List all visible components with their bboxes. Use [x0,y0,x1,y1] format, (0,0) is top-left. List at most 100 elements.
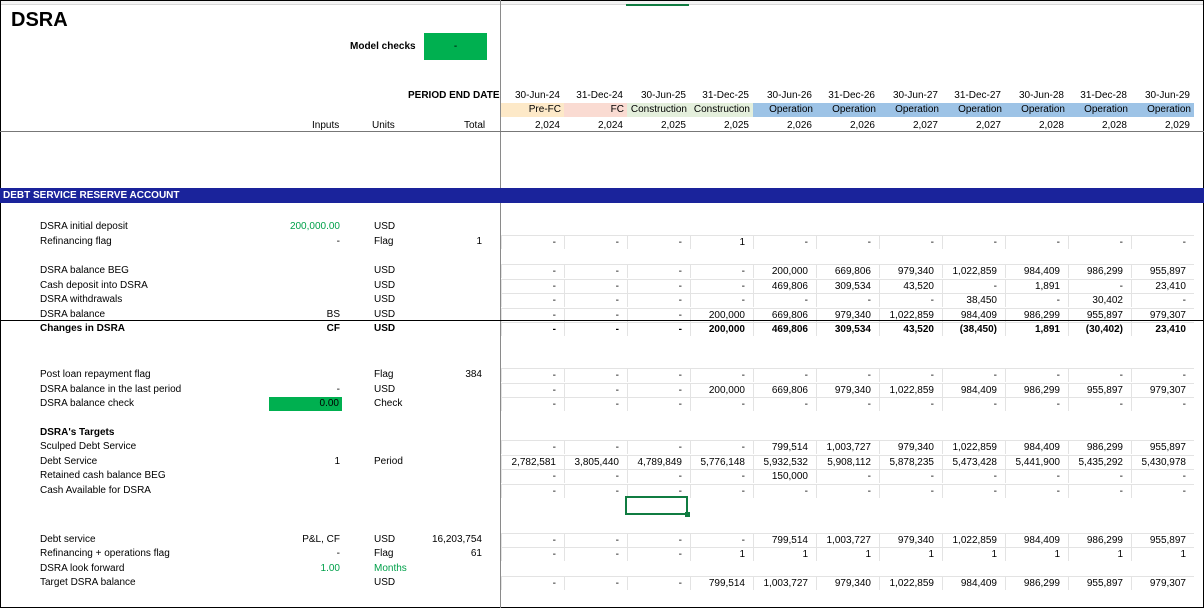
period-cell[interactable]: 984,409 [942,383,1005,397]
period-cell[interactable]: 1 [753,547,816,561]
year-header[interactable]: 2,028 [1068,120,1131,131]
period-cell[interactable]: 5,435,292 [1068,455,1131,469]
input-cell[interactable]: 200,000.00 [270,221,340,232]
period-cell[interactable]: 955,897 [1131,533,1194,547]
period-cell[interactable]: - [564,547,627,561]
date-header[interactable]: 31-Dec-27 [942,90,1005,101]
period-cell[interactable]: 43,520 [879,322,942,336]
period-cell[interactable]: 955,897 [1068,383,1131,397]
period-cell[interactable]: 43,520 [879,279,942,293]
period-cell[interactable]: 986,299 [1005,383,1068,397]
period-cell[interactable]: 986,299 [1068,533,1131,547]
unit-cell[interactable]: Period [374,456,403,467]
total-cell[interactable]: 61 [402,548,482,559]
period-cell[interactable]: 979,307 [1131,383,1194,397]
date-header[interactable]: 31-Dec-24 [564,90,627,101]
year-header[interactable]: 2,027 [942,120,1005,131]
unit-cell[interactable]: USD [374,323,395,334]
period-cell[interactable]: 955,897 [1131,440,1194,454]
period-cell[interactable]: - [816,293,879,307]
period-cell[interactable]: 669,806 [816,264,879,278]
period-cell[interactable]: - [879,484,942,498]
period-cell[interactable]: 200,000 [690,383,753,397]
period-cell[interactable]: 5,776,148 [690,455,753,469]
period-cell[interactable]: 469,806 [753,279,816,293]
period-cell[interactable]: 1,891 [1005,322,1068,336]
unit-cell[interactable]: Check [374,398,402,409]
period-cell[interactable]: 1 [942,547,1005,561]
date-header[interactable]: 31-Dec-28 [1068,90,1131,101]
period-cell[interactable]: 30,402 [1068,293,1131,307]
period-cell[interactable]: 309,534 [816,322,879,336]
date-header[interactable]: 30-Jun-26 [753,90,816,101]
date-header[interactable]: 30-Jun-25 [627,90,690,101]
input-cell[interactable]: - [270,548,340,559]
period-cell[interactable]: 5,473,428 [942,455,1005,469]
period-cell[interactable]: - [627,368,690,382]
period-cell[interactable]: - [627,322,690,336]
period-cell[interactable]: - [879,235,942,249]
unit-cell[interactable]: Flag [374,369,393,380]
period-cell[interactable]: - [1131,368,1194,382]
year-header[interactable]: 2,029 [1131,120,1194,131]
period-cell[interactable]: - [627,533,690,547]
period-cell[interactable]: 1 [1005,547,1068,561]
period-cell[interactable]: 5,908,112 [816,455,879,469]
period-cell[interactable]: - [690,533,753,547]
period-cell[interactable]: - [501,293,564,307]
phase-header[interactable]: Operation [753,103,816,117]
period-cell[interactable]: - [564,397,627,411]
period-cell[interactable]: 986,299 [1005,576,1068,590]
period-cell[interactable]: - [627,397,690,411]
year-header[interactable]: 2,026 [816,120,879,131]
period-cell[interactable]: - [501,440,564,454]
input-cell[interactable]: CF [270,323,340,334]
period-cell[interactable]: - [627,383,690,397]
period-cell[interactable]: - [564,533,627,547]
total-cell[interactable]: 16,203,754 [402,534,482,545]
period-cell[interactable]: - [816,469,879,483]
period-cell[interactable]: 4,789,849 [627,455,690,469]
period-cell[interactable]: - [1131,235,1194,249]
period-cell[interactable]: - [501,484,564,498]
date-header[interactable]: 30-Jun-24 [501,90,564,101]
period-cell[interactable]: - [501,368,564,382]
date-header[interactable]: 31-Dec-25 [690,90,753,101]
period-cell[interactable]: - [1068,235,1131,249]
period-cell[interactable]: 1,891 [1005,279,1068,293]
period-cell[interactable]: 5,878,235 [879,455,942,469]
year-header[interactable]: 2,027 [879,120,942,131]
period-cell[interactable]: 1,022,859 [942,440,1005,454]
period-cell[interactable]: - [501,469,564,483]
period-cell[interactable]: - [753,235,816,249]
year-header[interactable]: 2,024 [501,120,564,131]
period-cell[interactable]: - [564,469,627,483]
period-cell[interactable]: 979,340 [879,440,942,454]
model-checks-cell[interactable]: - [424,33,487,60]
period-cell[interactable]: 1,003,727 [816,533,879,547]
period-cell[interactable]: - [564,440,627,454]
period-cell[interactable]: 669,806 [753,383,816,397]
period-cell[interactable]: 979,340 [879,264,942,278]
input-cell[interactable]: 1 [270,456,340,467]
phase-header[interactable]: Construction [690,103,753,117]
period-cell[interactable]: 984,409 [1005,440,1068,454]
period-cell[interactable]: 150,000 [753,469,816,483]
period-cell[interactable]: - [879,397,942,411]
period-cell[interactable]: - [690,484,753,498]
period-cell[interactable]: - [816,397,879,411]
unit-cell[interactable]: Months [374,563,407,574]
total-cell[interactable]: 1 [402,236,482,247]
year-header[interactable]: 2,025 [627,120,690,131]
period-cell[interactable]: - [564,264,627,278]
period-cell[interactable]: - [627,469,690,483]
period-cell[interactable]: 1 [690,547,753,561]
period-cell[interactable]: - [501,235,564,249]
unit-cell[interactable]: USD [374,534,395,545]
period-cell[interactable]: - [1005,469,1068,483]
period-cell[interactable]: - [753,293,816,307]
period-cell[interactable]: 3,805,440 [564,455,627,469]
unit-cell[interactable]: USD [374,577,395,588]
period-cell[interactable]: 1 [879,547,942,561]
period-cell[interactable]: - [690,469,753,483]
